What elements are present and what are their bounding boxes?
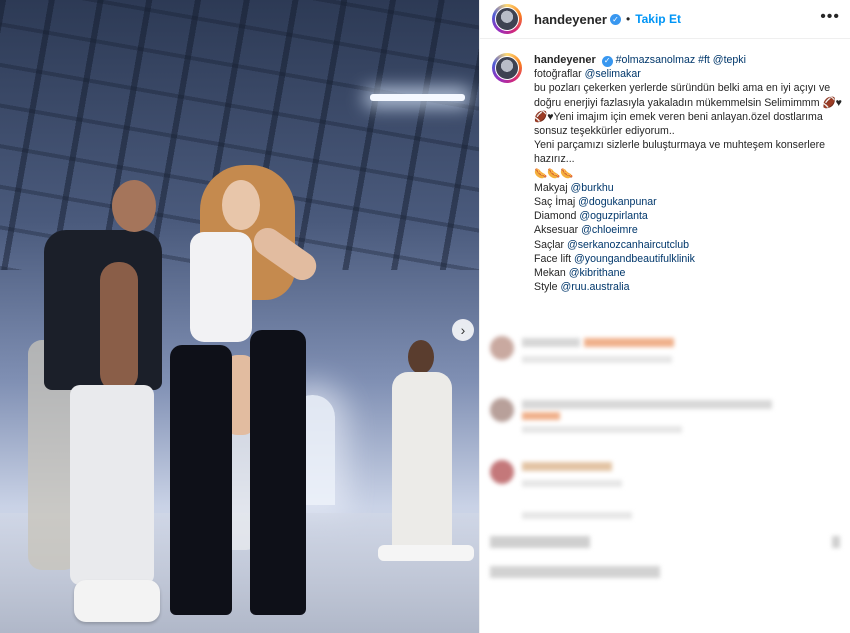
post-sidebar: handeyener ✓ • Takip Et ••• handeyener ✓…	[479, 0, 850, 633]
caption-line-text: Style	[534, 281, 561, 294]
caption-line-text: Saç İmaj	[534, 196, 579, 209]
post-photo[interactable]: ›	[0, 0, 479, 633]
caption-line: Diamond @oguzpirlanta	[534, 209, 838, 223]
caption-first-line: handeyener ✓ #olmazsanolmaz #ft @tepki	[534, 53, 838, 67]
verified-badge-icon: ✓	[609, 13, 621, 25]
mention-link[interactable]: @burkhu	[571, 182, 614, 194]
avatar[interactable]	[492, 4, 522, 34]
woman-pants-left	[170, 345, 232, 615]
follow-button[interactable]: Takip Et	[635, 12, 681, 26]
caption-line: Aksesuar @chloeimre	[534, 223, 838, 237]
caption-line: bu pozları çekerken yerlerde süründün be…	[534, 81, 838, 95]
caption-line: Makyaj @burkhu	[534, 181, 838, 195]
caption-line: fotoğraflar @selimakar	[534, 67, 838, 81]
mention-link[interactable]: @ruu.australia	[561, 281, 630, 293]
next-photo-button[interactable]: ›	[452, 319, 474, 341]
chevron-right-icon: ›	[460, 322, 466, 338]
comment-avatar	[490, 336, 514, 360]
dancer-shoes	[378, 545, 474, 561]
mention-link[interactable]: @chloeimre	[581, 224, 638, 236]
more-options-icon[interactable]: •••	[820, 8, 840, 26]
mention-link[interactable]: @selimakar	[585, 68, 641, 80]
caption-line-text: doğru enerjiyi fazlasıyla yakaladın müke…	[534, 96, 842, 109]
mention-link[interactable]: @kibrithane	[569, 267, 626, 279]
mention-link[interactable]: @serkanozcanhaircutclub	[567, 239, 689, 251]
caption-line-text: Yeni parçamızı sizlerle buluşturmaya ve …	[534, 139, 826, 152]
woman-top	[190, 232, 252, 342]
separator-dot: •	[625, 12, 631, 26]
comment-item	[480, 450, 850, 512]
caption-username[interactable]: handeyener	[534, 54, 596, 66]
comments-list	[480, 326, 850, 578]
caption-hashtags[interactable]: #olmazsanolmaz #ft @tepki	[616, 54, 746, 66]
caption-line: Yeni parçamızı sizlerle buluşturmaya ve …	[534, 138, 838, 152]
comment-blurred-text	[522, 356, 672, 363]
caption-line-text: bu pozları çekerken yerlerde süründün be…	[534, 82, 831, 95]
man-pants	[70, 385, 154, 585]
man-head	[112, 180, 156, 232]
caption-line: hazırız...	[534, 152, 838, 166]
caption-line: 🌭🌭🌭	[534, 167, 838, 181]
comment-blurred-text	[522, 462, 612, 471]
comment-item	[480, 512, 850, 578]
caption-line-text: Mekan	[534, 267, 569, 280]
caption-text: handeyener ✓ #olmazsanolmaz #ft @tepki f…	[534, 53, 842, 294]
comment-avatar	[490, 398, 514, 422]
caption: handeyener ✓ #olmazsanolmaz #ft @tepki f…	[480, 39, 850, 294]
comment-blurred-text	[832, 536, 840, 548]
ceiling-lamp	[370, 94, 465, 101]
comment-blurred-text	[584, 338, 674, 347]
caption-line-text: sonsuz teşekkürler ediyorum..	[534, 125, 675, 138]
caption-avatar[interactable]	[492, 53, 522, 83]
caption-line: sonsuz teşekkürler ediyorum..	[534, 124, 838, 138]
comment-item	[480, 326, 850, 388]
dancer-right	[392, 372, 452, 557]
caption-line-text: Face lift	[534, 252, 575, 265]
caption-line: Mekan @kibrithane	[534, 266, 838, 280]
caption-line: 🏈♥Yeni imajım için emek veren beni anlay…	[534, 110, 838, 124]
caption-line-text: Aksesuar	[534, 224, 582, 237]
comment-avatar	[490, 460, 514, 484]
post-header: handeyener ✓ • Takip Et •••	[480, 0, 850, 39]
comment-blurred-text	[522, 400, 772, 409]
caption-line-text: Makyaj	[534, 181, 571, 194]
mention-link[interactable]: @oguzpirlanta	[579, 210, 647, 222]
caption-line: doğru enerjiyi fazlasıyla yakaladın müke…	[534, 96, 842, 110]
caption-line: Saçlar @serkanozcanhaircutclub	[534, 238, 838, 252]
comment-blurred-text	[490, 536, 590, 548]
woman-face	[222, 180, 260, 230]
verified-badge-icon: ✓	[601, 55, 613, 67]
man-arm	[100, 262, 138, 392]
instagram-post: › handeyener ✓ • Takip Et ••• handeyener…	[0, 0, 850, 633]
comment-blurred-text	[490, 566, 660, 578]
caption-line-text: Diamond	[534, 210, 580, 223]
caption-line-text: 🏈♥Yeni imajım için emek veren beni anlay…	[534, 110, 823, 123]
comment-blurred-text	[522, 480, 622, 487]
dancer-head	[408, 340, 434, 374]
comment-blurred-text	[522, 512, 632, 519]
comment-blurred-text	[522, 338, 580, 347]
caption-line-text: hazırız...	[534, 153, 575, 166]
caption-line: Style @ruu.australia	[534, 280, 838, 294]
caption-line: Saç İmaj @dogukanpunar	[534, 195, 838, 209]
woman-pants-right	[250, 330, 306, 615]
comment-item	[480, 388, 850, 450]
caption-line-text: fotoğraflar	[534, 68, 585, 81]
caption-line-text: 🌭🌭🌭	[534, 167, 574, 180]
comment-blurred-text	[522, 412, 560, 420]
comment-blurred-text	[522, 426, 682, 433]
caption-line: Face lift @youngandbeautifulklinik	[534, 252, 838, 266]
man-shoes	[74, 580, 160, 622]
header-username[interactable]: handeyener	[534, 12, 607, 27]
mention-link[interactable]: @youngandbeautifulklinik	[574, 253, 695, 265]
mention-link[interactable]: @dogukanpunar	[578, 196, 657, 208]
caption-line-text: Saçlar	[534, 238, 567, 251]
